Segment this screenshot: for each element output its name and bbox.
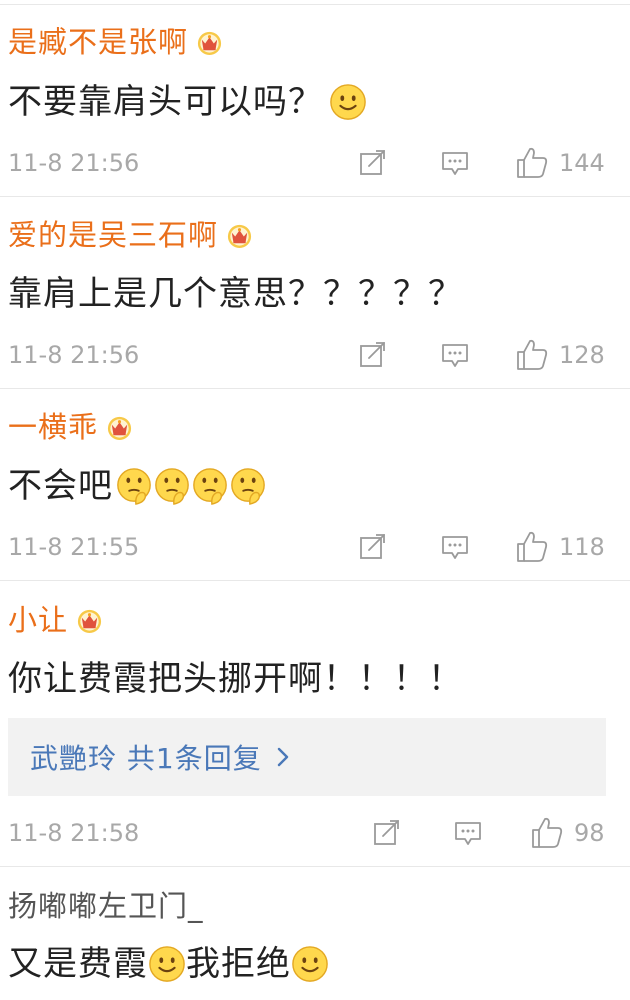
comment-meta: 11-8 21:58 98 — [0, 816, 630, 850]
divider — [0, 4, 630, 5]
comment-body: 不会吧 — [8, 464, 267, 508]
comment-button[interactable] — [440, 146, 470, 180]
comment-icon — [440, 340, 470, 370]
comment-button[interactable] — [453, 816, 483, 850]
like-count: 98 — [574, 819, 605, 847]
thinking-emoji-icon — [153, 467, 191, 505]
timestamp: 11-8 21:56 — [8, 341, 140, 369]
repost-icon — [358, 340, 388, 370]
comment-feed: 是臧不是张啊 不要靠肩头可以吗？ 11-8 21:56 144 爱的是吴三石啊 … — [0, 0, 630, 1000]
comment-username[interactable]: 小让 — [8, 603, 103, 637]
comment-button[interactable] — [440, 530, 470, 564]
comment-text: 你让费霞把头挪开啊！！！！ — [8, 659, 463, 699]
comment-username[interactable]: 扬嘟嘟左卫门_ — [8, 889, 204, 923]
timestamp: 11-8 21:56 — [8, 149, 140, 177]
comment-icon — [440, 148, 470, 178]
comment-body: 靠肩上是几个意思？？？？？ — [8, 272, 463, 316]
repost-icon — [372, 818, 402, 848]
username-text[interactable]: 扬嘟嘟左卫门_ — [8, 889, 204, 923]
thumbs-up-icon — [515, 146, 549, 180]
like-count: 144 — [559, 149, 605, 177]
crown-badge-icon — [106, 414, 133, 441]
comment-username[interactable]: 是臧不是张啊 — [8, 25, 223, 59]
divider — [0, 196, 630, 197]
repost-button[interactable] — [372, 816, 402, 850]
repost-icon — [358, 148, 388, 178]
comment-username[interactable]: 爱的是吴三石啊 — [8, 218, 253, 252]
like-button[interactable]: 98 — [530, 816, 605, 850]
timestamp: 11-8 21:58 — [8, 819, 140, 847]
comment-text: 不会吧 — [8, 466, 113, 506]
like-button[interactable]: 128 — [515, 338, 605, 372]
comment-meta: 11-8 21:56 128 — [0, 338, 630, 372]
thinking-emoji-icon — [229, 467, 267, 505]
comment-username[interactable]: 一横乖 — [8, 410, 133, 444]
like-button[interactable]: 118 — [515, 530, 605, 564]
username-text[interactable]: 小让 — [8, 603, 68, 637]
username-text[interactable]: 一横乖 — [8, 410, 98, 444]
username-text[interactable]: 是臧不是张啊 — [8, 25, 188, 59]
repost-icon — [358, 532, 388, 562]
reply-summary-link[interactable]: 武艷玲 共1条回复 — [30, 737, 262, 777]
comment-icon — [440, 532, 470, 562]
like-count: 118 — [559, 533, 605, 561]
thinking-emoji-icon — [115, 467, 153, 505]
timestamp: 11-8 21:55 — [8, 533, 140, 561]
reply-summary-box[interactable]: 武艷玲 共1条回复 — [8, 718, 606, 796]
crown-badge-icon — [76, 607, 103, 634]
divider — [0, 388, 630, 389]
comment-text: 又是费霞 — [8, 944, 148, 984]
divider — [0, 580, 630, 581]
comment-text: 不要靠肩头可以吗？ — [8, 82, 323, 122]
comment-body: 不要靠肩头可以吗？ — [8, 80, 367, 124]
comment-body: 又是费霞 我拒绝 — [8, 942, 329, 986]
smile-emoji-icon — [329, 83, 367, 121]
comment-text: 我拒绝 — [186, 944, 291, 984]
repost-button[interactable] — [358, 146, 388, 180]
thumbs-up-icon — [515, 530, 549, 564]
thumbs-up-icon — [530, 816, 564, 850]
repost-button[interactable] — [358, 530, 388, 564]
repost-button[interactable] — [358, 338, 388, 372]
thinking-emoji-icon — [191, 467, 229, 505]
comment-button[interactable] — [440, 338, 470, 372]
comment-meta: 11-8 21:56 144 — [0, 146, 630, 180]
crown-badge-icon — [226, 222, 253, 249]
divider — [0, 866, 630, 867]
like-button[interactable]: 144 — [515, 146, 605, 180]
smile-emoji-icon — [291, 945, 329, 983]
crown-badge-icon — [196, 29, 223, 56]
comment-text: 靠肩上是几个意思？？？？？ — [8, 274, 463, 314]
comment-meta: 11-8 21:55 118 — [0, 530, 630, 564]
comment-body: 你让费霞把头挪开啊！！！！ — [8, 657, 463, 701]
smile-emoji-icon — [148, 945, 186, 983]
chevron-right-icon — [276, 745, 290, 769]
comment-icon — [453, 818, 483, 848]
like-count: 128 — [559, 341, 605, 369]
thumbs-up-icon — [515, 338, 549, 372]
username-text[interactable]: 爱的是吴三石啊 — [8, 218, 218, 252]
